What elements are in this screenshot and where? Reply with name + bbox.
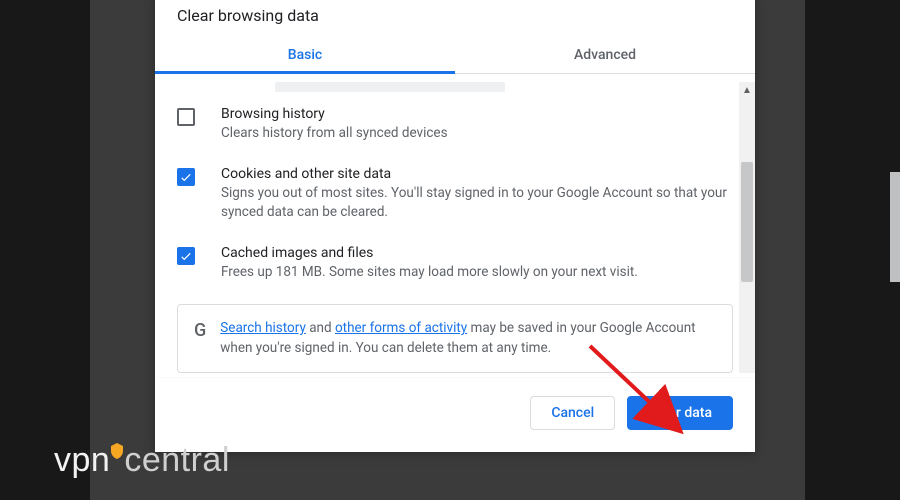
clear-data-button[interactable]: Clear data (627, 396, 733, 430)
scroll-up-icon[interactable]: ▲ (739, 82, 755, 98)
dialog-footer: Cancel Clear data (155, 377, 755, 452)
time-range-placeholder (275, 82, 505, 92)
dialog-scrollbar[interactable]: ▲ (739, 82, 755, 373)
check-icon (179, 249, 193, 263)
cancel-button[interactable]: Cancel (530, 396, 615, 430)
option-cache: Cached images and files Frees up 181 MB.… (177, 245, 733, 283)
outer-scrollbar-thumb[interactable] (890, 172, 900, 282)
check-icon (179, 170, 193, 184)
tab-basic[interactable]: Basic (155, 35, 455, 73)
dialog-tabs: Basic Advanced (155, 35, 755, 74)
checkbox-cache[interactable] (177, 247, 195, 265)
option-title: Browsing history (221, 106, 733, 122)
link-other-activity[interactable]: other forms of activity (335, 320, 467, 336)
option-description: Clears history from all synced devices (221, 124, 733, 144)
tab-advanced[interactable]: Advanced (455, 35, 755, 73)
option-description: Frees up 181 MB. Some sites may load mor… (221, 263, 733, 283)
watermark-divider-icon (110, 441, 124, 479)
checkbox-cookies[interactable] (177, 168, 195, 186)
clear-browsing-data-dialog: Clear browsing data Basic Advanced ▲ Bro… (155, 0, 755, 452)
dialog-body: ▲ Browsing history Clears history from a… (155, 82, 755, 373)
watermark-left: vpn (54, 441, 110, 479)
dialog-scrollbar-thumb[interactable] (741, 162, 753, 282)
info-text: Search history and other forms of activi… (220, 319, 716, 358)
dialog-title: Clear browsing data (155, 0, 755, 35)
option-browsing-history: Browsing history Clears history from all… (177, 106, 733, 144)
link-search-history[interactable]: Search history (220, 320, 306, 336)
option-cookies: Cookies and other site data Signs you ou… (177, 166, 733, 223)
watermark-right: central (124, 441, 230, 479)
google-logo-icon: G (194, 320, 206, 341)
vpncentral-watermark: vpn central (54, 441, 230, 480)
google-account-info-box: G Search history and other forms of acti… (177, 304, 733, 373)
checkbox-browsing-history[interactable] (177, 108, 195, 126)
option-title: Cookies and other site data (221, 166, 733, 182)
background-left-stripe (0, 0, 90, 500)
option-description: Signs you out of most sites. You'll stay… (221, 184, 733, 223)
background-right-stripe (805, 0, 900, 500)
option-title: Cached images and files (221, 245, 733, 261)
info-text-segment: and (306, 320, 335, 336)
